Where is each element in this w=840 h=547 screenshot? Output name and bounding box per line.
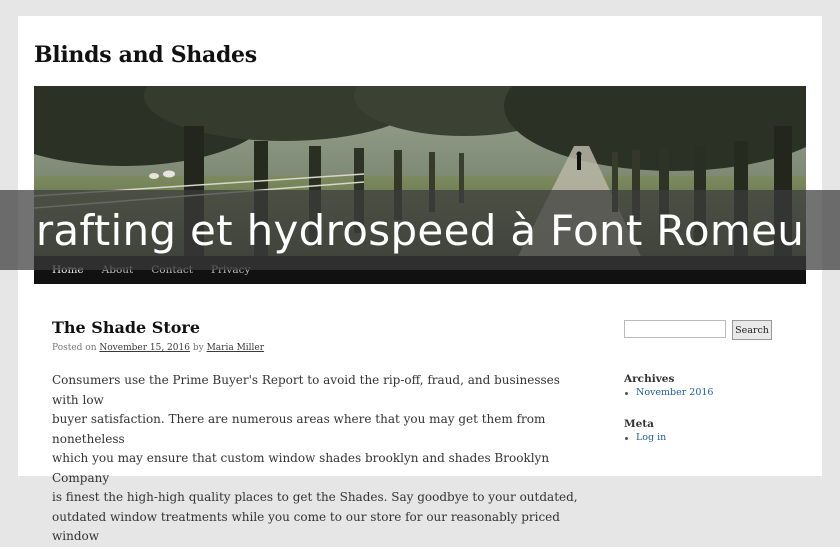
post-body-line: buyer satisfaction. There are numerous a… [52, 412, 546, 446]
archives-widget-title: Archives [624, 373, 675, 385]
archive-link-november-2016[interactable]: November 2016 [636, 387, 713, 398]
post-body-line: outdated window treatments while you com… [52, 509, 560, 544]
posted-on-label: Posted on [52, 343, 97, 353]
post-meta: Posted on November 15, 2016 by Maria Mil… [52, 343, 264, 353]
by-label: by [192, 343, 204, 353]
overlay-banner: rafting et hydrospeed à Font Romeu [0, 190, 840, 270]
post-body-line: Consumers use the Prime Buyer's Report t… [52, 373, 560, 407]
post-date-link[interactable]: November 15, 2016 [99, 343, 190, 353]
post-body-line: which you may ensure that custom window … [52, 451, 550, 485]
meta-widget-title: Meta [624, 418, 654, 430]
post-body-line: is finest the high-high quality places t… [52, 490, 578, 504]
search-button[interactable]: Search [732, 320, 772, 340]
list-bullet [625, 437, 628, 440]
site-title[interactable]: Blinds and Shades [34, 42, 257, 68]
post-author-link[interactable]: Maria Miller [207, 343, 264, 353]
post-body: Consumers use the Prime Buyer's Report t… [52, 371, 582, 547]
login-link[interactable]: Log in [636, 432, 666, 443]
search-input[interactable] [624, 320, 726, 338]
list-bullet [625, 392, 628, 395]
post-title[interactable]: The Shade Store [52, 318, 200, 337]
overlay-banner-text: rafting et hydrospeed à Font Romeu [35, 205, 805, 255]
